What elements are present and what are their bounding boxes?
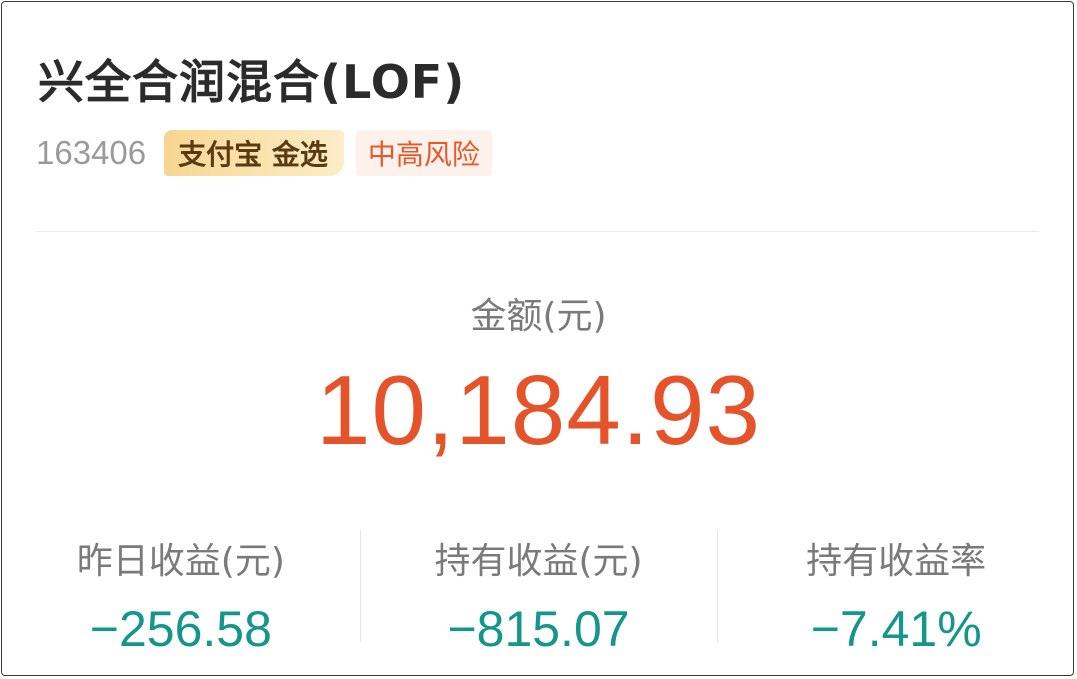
divider [36, 231, 1039, 232]
stat-label: 昨日收益(元) [76, 541, 285, 582]
fund-name: 兴全合润混合(LOF) [38, 55, 466, 109]
stat-holding-profit: 持有收益(元) −815.07 [359, 530, 718, 657]
risk-level-badge: 中高风险 [355, 130, 492, 176]
alipay-selected-badge: 支付宝 金选 [164, 130, 344, 176]
stats-row: 昨日收益(元) −256.58 持有收益(元) −815.07 持有收益率 −7… [2, 530, 1075, 657]
fund-code: 163406 [36, 134, 147, 171]
amount-value: 10,184.93 [316, 355, 761, 465]
stat-label: 持有收益(元) [434, 541, 643, 582]
stat-value: −815.07 [447, 601, 630, 657]
stat-label: 持有收益率 [806, 541, 987, 582]
stat-yesterday-profit: 昨日收益(元) −256.58 [2, 530, 360, 657]
stat-value: −7.41% [810, 601, 982, 657]
stat-holding-return-rate: 持有收益率 −7.41% [717, 530, 1075, 657]
fund-meta-row: 163406 支付宝 金选 中高风险 [36, 129, 492, 177]
amount-label: 金额(元) [470, 296, 607, 337]
fund-holding-card: 兴全合润混合(LOF) 163406 支付宝 金选 中高风险 金额(元) 10,… [1, 1, 1074, 676]
stat-value: −256.58 [89, 601, 272, 657]
